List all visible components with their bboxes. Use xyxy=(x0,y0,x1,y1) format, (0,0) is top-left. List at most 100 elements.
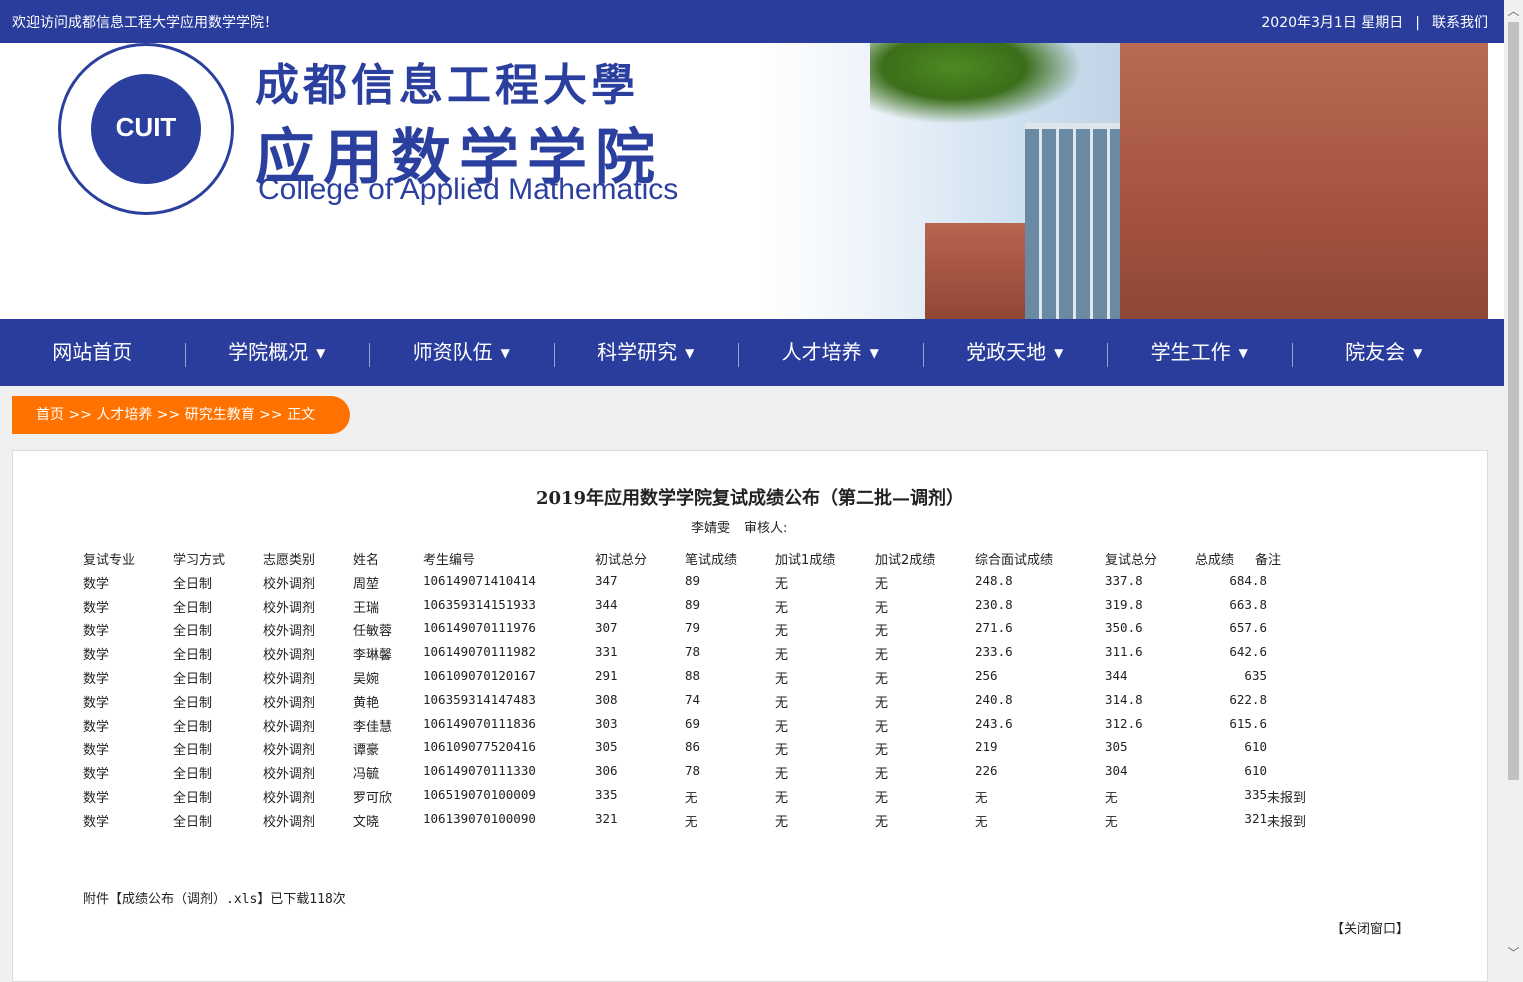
table-cell: 314.8 xyxy=(1105,691,1143,707)
nav-item-label: 学院概况 xyxy=(228,340,309,364)
table-cell: 数学 xyxy=(83,743,110,759)
main-nav: 网站首页 学院概况 ▼ 师资队伍 ▼ 科学研究 ▼ 人才培养 ▼ 党政天地 ▼ 学生工作 ▼ 院友会 ▼ xyxy=(0,319,1504,386)
table-cell: 无 xyxy=(875,695,889,711)
table-cell: 88 xyxy=(685,667,701,683)
table-cell: 610 xyxy=(1244,739,1267,755)
nav-item-3[interactable]: 科学研究 ▼ xyxy=(553,319,739,386)
table-cell: 数学 xyxy=(83,695,110,711)
table-cell: 344 xyxy=(1105,667,1128,683)
nav-item-5[interactable]: 党政天地 ▼ xyxy=(922,319,1108,386)
nav-item-label: 人才培养 xyxy=(781,340,862,364)
table-header-cell: 姓名 xyxy=(353,553,380,568)
table-cell: 311.6 xyxy=(1105,644,1143,660)
table-cell: 106359314147483 xyxy=(423,691,536,707)
table-cell: 305 xyxy=(595,739,618,755)
table-cell: 331 xyxy=(595,644,618,660)
table-cell: 李佳慧 xyxy=(353,719,393,735)
table-cell: 106149070111976 xyxy=(423,620,536,636)
table-cell: 306 xyxy=(595,763,618,779)
table-cell: 校外调剂 xyxy=(263,600,316,616)
table-cell: 无 xyxy=(875,719,889,735)
author: 李婧雯 xyxy=(691,521,731,536)
table-cell: 无 xyxy=(775,671,789,687)
nav-item-2[interactable]: 师资队伍 ▼ xyxy=(369,319,554,386)
scroll-down-arrow-icon[interactable]: ﹀ xyxy=(1506,944,1521,961)
table-cell: 无 xyxy=(875,600,889,616)
table-cell: 谭豪 xyxy=(353,743,380,759)
table-cell: 无 xyxy=(875,576,889,592)
table-cell: 无 xyxy=(1105,813,1118,829)
table-cell: 219 xyxy=(975,739,998,755)
table-cell: 全日制 xyxy=(173,671,213,687)
table-cell: 248.8 xyxy=(975,572,1013,588)
university-seal-logo[interactable]: CUIT xyxy=(58,43,234,215)
table-cell: 106149070111330 xyxy=(423,763,536,779)
table-cell: 335 xyxy=(1244,786,1267,802)
table-cell: 无 xyxy=(775,814,789,830)
table-cell: 王瑞 xyxy=(353,600,380,616)
nav-item-4[interactable]: 人才培养 ▼ xyxy=(738,319,923,386)
table-cell: 无 xyxy=(685,789,698,805)
table-cell: 304 xyxy=(1105,763,1128,779)
table-cell: 291 xyxy=(595,667,618,683)
chevron-down-icon: ▼ xyxy=(1054,346,1064,360)
table-cell: 无 xyxy=(875,743,889,759)
table-cell: 256 xyxy=(975,667,998,683)
table-cell: 684.8 xyxy=(1229,572,1267,588)
scrollbar-thumb[interactable] xyxy=(1508,22,1519,780)
table-cell: 校外调剂 xyxy=(263,719,316,735)
vertical-scrollbar[interactable]: ︿ ﹀ xyxy=(1504,0,1523,970)
table-cell: 未报到 xyxy=(1267,790,1307,806)
chevron-down-icon: ▼ xyxy=(500,346,510,360)
table-cell: 106109077520416 xyxy=(423,739,536,755)
seal-text: CUIT xyxy=(115,112,177,142)
attachment-link[interactable]: 附件【成绩公布（调剂）.xls】已下载118次 xyxy=(83,888,346,907)
table-cell: 全日制 xyxy=(173,790,213,806)
contact-link[interactable]: 联系我们 xyxy=(1432,15,1488,31)
table-cell: 无 xyxy=(875,648,889,664)
table-cell: 74 xyxy=(685,691,701,707)
table-cell: 无 xyxy=(775,648,789,664)
table-cell: 全日制 xyxy=(173,719,213,735)
table-cell: 黄艳 xyxy=(353,695,380,711)
table-cell: 校外调剂 xyxy=(263,814,316,830)
university-name: 成都信息工程大學 xyxy=(255,60,639,111)
table-header-cell: 复试专业 xyxy=(83,553,136,568)
table-cell: 校外调剂 xyxy=(263,624,316,640)
nav-item-6[interactable]: 学生工作 ▼ xyxy=(1107,319,1292,386)
table-cell: 663.8 xyxy=(1229,596,1267,612)
table-cell: 校外调剂 xyxy=(263,743,316,759)
table-cell: 无 xyxy=(875,790,889,806)
table-cell: 无 xyxy=(975,789,988,805)
table-cell: 635 xyxy=(1244,667,1267,683)
table-cell: 344 xyxy=(595,596,618,612)
chevron-down-icon: ▼ xyxy=(1413,346,1423,360)
table-cell: 350.6 xyxy=(1105,620,1143,636)
table-cell: 李琳馨 xyxy=(353,648,393,664)
breadcrumb-text[interactable]: 首页 >> 人才培养 >> 研究生教育 >> 正文 xyxy=(36,407,315,423)
table-cell: 106519070100009 xyxy=(423,786,536,802)
table-header-cell: 考生编号 xyxy=(423,553,476,568)
close-window-button[interactable]: 【关闭窗口】 xyxy=(1331,918,1409,937)
table-cell: 校外调剂 xyxy=(263,671,316,687)
table-cell: 无 xyxy=(775,767,789,783)
table-cell: 337.8 xyxy=(1105,572,1143,588)
nav-item-1[interactable]: 学院概况 ▼ xyxy=(184,319,370,386)
table-cell: 未报到 xyxy=(1267,814,1307,830)
chevron-down-icon: ▼ xyxy=(869,346,879,360)
table-cell: 数学 xyxy=(83,600,110,616)
table-cell: 308 xyxy=(595,691,618,707)
table-cell: 78 xyxy=(685,644,701,660)
table-cell: 校外调剂 xyxy=(263,648,316,664)
breadcrumb[interactable]: 首页 >> 人才培养 >> 研究生教育 >> 正文 xyxy=(12,396,350,434)
table-cell: 无 xyxy=(875,671,889,687)
table-cell: 335 xyxy=(595,786,618,802)
table-cell: 89 xyxy=(685,572,701,588)
nav-item-0[interactable]: 网站首页 xyxy=(0,319,185,386)
college-name-en: College of Applied Mathematics xyxy=(258,173,679,206)
nav-item-7[interactable]: 院友会 ▼ xyxy=(1291,319,1477,386)
table-header-cell: 笔试成绩 xyxy=(685,553,738,568)
table-cell: 106149070111982 xyxy=(423,644,536,660)
scroll-up-arrow-icon[interactable]: ︿ xyxy=(1506,2,1521,19)
table-cell: 312.6 xyxy=(1105,715,1143,731)
